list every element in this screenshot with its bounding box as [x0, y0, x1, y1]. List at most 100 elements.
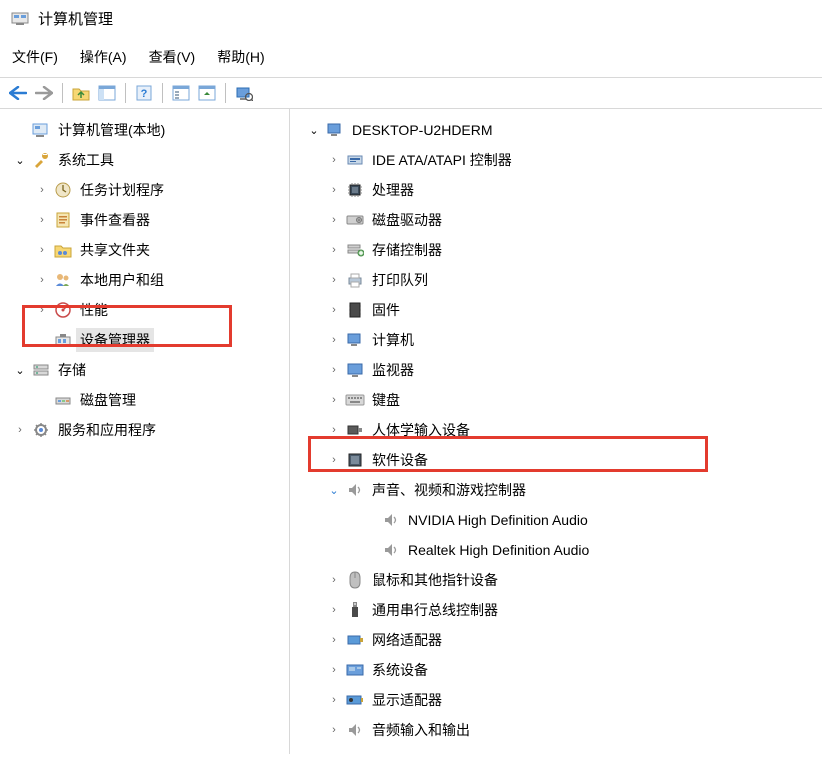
- device-audio-io[interactable]: › 音频输入和输出: [290, 715, 822, 745]
- tree-label: 服务和应用程序: [54, 418, 160, 442]
- shared-folder-icon: [52, 240, 74, 260]
- device-mice[interactable]: › 鼠标和其他指针设备: [290, 565, 822, 595]
- tree-root[interactable]: 计算机管理(本地): [0, 115, 289, 145]
- chevron-down-icon[interactable]: ⌄: [12, 152, 28, 168]
- tree-task-scheduler[interactable]: › 任务计划程序: [0, 175, 289, 205]
- chevron-right-icon[interactable]: ›: [326, 692, 342, 708]
- chevron-right-icon[interactable]: ›: [326, 392, 342, 408]
- menu-action[interactable]: 操作(A): [80, 47, 127, 67]
- device-processors[interactable]: › 处理器: [290, 175, 822, 205]
- tree-event-viewer[interactable]: › 事件查看器: [0, 205, 289, 235]
- device-root[interactable]: ⌄ DESKTOP-U2HDERM: [290, 115, 822, 145]
- toolbar-separator: [62, 83, 63, 103]
- chevron-right-icon[interactable]: ›: [12, 422, 28, 438]
- chevron-right-icon[interactable]: ›: [326, 152, 342, 168]
- tree-storage[interactable]: ⌄ 存储: [0, 355, 289, 385]
- tree-local-users[interactable]: › 本地用户和组: [0, 265, 289, 295]
- chevron-right-icon[interactable]: ›: [326, 602, 342, 618]
- sound-icon: [380, 540, 402, 560]
- toolbar-separator: [225, 83, 226, 103]
- tree-performance[interactable]: › 性能: [0, 295, 289, 325]
- chevron-right-icon[interactable]: ›: [326, 212, 342, 228]
- chevron-right-icon[interactable]: ›: [326, 272, 342, 288]
- tree-label: Realtek High Definition Audio: [404, 540, 593, 560]
- chevron-right-icon[interactable]: ›: [326, 332, 342, 348]
- chevron-right-icon[interactable]: ›: [326, 722, 342, 738]
- device-system[interactable]: › 系统设备: [290, 655, 822, 685]
- expander-icon: [34, 332, 50, 348]
- chevron-right-icon[interactable]: ›: [326, 242, 342, 258]
- forward-button[interactable]: [32, 81, 56, 105]
- storage-controller-icon: [344, 240, 366, 260]
- menubar: 文件(F) 操作(A) 查看(V) 帮助(H): [0, 33, 822, 77]
- device-firmware[interactable]: › 固件: [290, 295, 822, 325]
- chevron-right-icon[interactable]: ›: [326, 422, 342, 438]
- chevron-right-icon[interactable]: ›: [326, 362, 342, 378]
- tree-label: DESKTOP-U2HDERM: [348, 120, 497, 140]
- console-tree: 计算机管理(本地) ⌄ 系统工具 › 任务计划程序 › 事件查看器 ›: [0, 109, 290, 754]
- tree-label: 磁盘管理: [76, 388, 140, 412]
- expander-icon: [362, 542, 378, 558]
- tree-disk-mgmt[interactable]: 磁盘管理: [0, 385, 289, 415]
- chevron-down-icon[interactable]: ⌄: [326, 482, 342, 498]
- device-print-queues[interactable]: › 打印队列: [290, 265, 822, 295]
- chevron-right-icon[interactable]: ›: [326, 632, 342, 648]
- device-display-adapters[interactable]: › 显示适配器: [290, 685, 822, 715]
- chevron-right-icon[interactable]: ›: [326, 452, 342, 468]
- back-button[interactable]: [6, 81, 30, 105]
- tree-label: 鼠标和其他指针设备: [368, 568, 502, 592]
- device-ide[interactable]: › IDE ATA/ATAPI 控制器: [290, 145, 822, 175]
- help-button[interactable]: ?: [132, 81, 156, 105]
- chevron-right-icon[interactable]: ›: [326, 662, 342, 678]
- scan-hardware-button[interactable]: [232, 81, 256, 105]
- tree-label: 声音、视频和游戏控制器: [368, 478, 530, 502]
- properties-button[interactable]: [169, 81, 193, 105]
- device-computers[interactable]: › 计算机: [290, 325, 822, 355]
- tree-label: 网络适配器: [368, 628, 446, 652]
- device-software[interactable]: › 软件设备: [290, 445, 822, 475]
- menu-help[interactable]: 帮助(H): [217, 47, 264, 67]
- tree-services-apps[interactable]: › 服务和应用程序: [0, 415, 289, 445]
- keyboard-icon: [344, 390, 366, 410]
- tree-label: 性能: [76, 298, 112, 322]
- chevron-right-icon[interactable]: ›: [326, 182, 342, 198]
- services-icon: [30, 420, 52, 440]
- tree-shared-folders[interactable]: › 共享文件夹: [0, 235, 289, 265]
- toolbar: ?: [0, 77, 822, 109]
- expander-icon: [362, 512, 378, 528]
- chevron-down-icon[interactable]: ⌄: [306, 122, 322, 138]
- chevron-right-icon[interactable]: ›: [34, 272, 50, 288]
- device-usb[interactable]: › 通用串行总线控制器: [290, 595, 822, 625]
- chevron-right-icon[interactable]: ›: [34, 182, 50, 198]
- device-network[interactable]: › 网络适配器: [290, 625, 822, 655]
- menu-file[interactable]: 文件(F): [12, 47, 58, 67]
- printer-icon: [344, 270, 366, 290]
- up-folder-button[interactable]: [69, 81, 93, 105]
- tree-label: 事件查看器: [76, 208, 154, 232]
- show-hide-tree-button[interactable]: [95, 81, 119, 105]
- chevron-right-icon[interactable]: ›: [326, 572, 342, 588]
- device-sound[interactable]: ⌄ 声音、视频和游戏控制器: [290, 475, 822, 505]
- menu-view[interactable]: 查看(V): [149, 47, 196, 67]
- device-keyboards[interactable]: › 键盘: [290, 385, 822, 415]
- chevron-right-icon[interactable]: ›: [34, 242, 50, 258]
- device-nvidia-audio[interactable]: NVIDIA High Definition Audio: [290, 505, 822, 535]
- chevron-right-icon[interactable]: ›: [326, 302, 342, 318]
- firmware-icon: [344, 300, 366, 320]
- device-monitors[interactable]: › 监视器: [290, 355, 822, 385]
- chevron-right-icon[interactable]: ›: [34, 212, 50, 228]
- refresh-button[interactable]: [195, 81, 219, 105]
- tree-device-manager[interactable]: 设备管理器: [0, 325, 289, 355]
- tree-system-tools[interactable]: ⌄ 系统工具: [0, 145, 289, 175]
- device-disk-drives[interactable]: › 磁盘驱动器: [290, 205, 822, 235]
- users-icon: [52, 270, 74, 290]
- tree-label: 系统设备: [368, 658, 432, 682]
- device-hid[interactable]: › 人体学输入设备: [290, 415, 822, 445]
- software-device-icon: [344, 450, 366, 470]
- device-realtek-audio[interactable]: Realtek High Definition Audio: [290, 535, 822, 565]
- chevron-down-icon[interactable]: ⌄: [12, 362, 28, 378]
- expander-icon: [34, 392, 50, 408]
- chevron-right-icon[interactable]: ›: [34, 302, 50, 318]
- tree-label: 存储: [54, 358, 90, 382]
- device-storage-controllers[interactable]: › 存储控制器: [290, 235, 822, 265]
